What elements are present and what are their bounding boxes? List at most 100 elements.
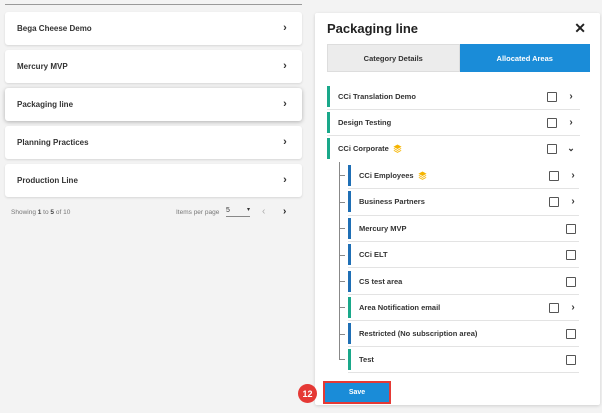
caret-down-icon: ▾ <box>246 207 250 213</box>
panel-title: Packaging line <box>327 21 419 36</box>
chevron-right-icon[interactable]: › <box>567 196 579 207</box>
list-item-label: Bega Cheese Demo <box>17 24 92 33</box>
area-row-label: Test <box>359 355 374 364</box>
close-icon[interactable]: ✕ <box>574 20 586 37</box>
chevron-right-icon: › <box>283 22 287 34</box>
chevron-right-icon[interactable]: › <box>567 170 579 181</box>
list-item-mercury-mvp[interactable]: Mercury MVP › <box>5 50 302 83</box>
area-row-text: CCi Corporate <box>338 144 389 153</box>
pagination: Showing 1 to 5 of 10 Items per page 5 ▾ … <box>11 205 301 221</box>
area-row-label: Design Testing <box>338 118 392 127</box>
area-checkbox[interactable] <box>566 354 576 365</box>
area-row-cci-employees[interactable]: CCi Employees › <box>348 164 579 187</box>
chevron-down-icon[interactable]: ⌄ <box>565 143 577 154</box>
area-checkbox[interactable] <box>547 117 557 128</box>
area-checkbox[interactable] <box>547 143 557 154</box>
next-page-icon[interactable]: › <box>283 206 286 217</box>
tree-connector-tick <box>339 359 345 360</box>
row-indicator-bar <box>348 191 351 212</box>
area-checkbox[interactable] <box>549 302 559 313</box>
area-row-label: Mercury MVP <box>359 224 407 233</box>
row-divider <box>327 109 580 110</box>
list-item-label: Packaging line <box>17 100 74 109</box>
row-divider <box>348 372 579 373</box>
row-indicator-bar <box>348 218 351 239</box>
area-row-cci-translation-demo[interactable]: CCi Translation Demo › <box>327 85 577 108</box>
chevron-right-icon[interactable]: › <box>567 302 579 313</box>
step-number-badge: 12 <box>298 384 317 403</box>
area-checkbox[interactable] <box>549 196 559 207</box>
row-indicator-bar <box>348 297 351 318</box>
row-indicator-bar <box>348 349 351 370</box>
chevron-right-icon: › <box>283 60 287 72</box>
row-indicator-bar <box>327 86 330 107</box>
row-divider <box>348 241 579 242</box>
area-row-label: Restricted (No subscription area) <box>359 329 478 338</box>
tree-connector-tick <box>339 281 345 282</box>
list-item-production-line[interactable]: Production Line › <box>5 164 302 197</box>
area-row-label: CCi Employees <box>359 171 549 180</box>
area-checkbox[interactable] <box>547 91 557 102</box>
row-divider <box>348 346 579 347</box>
area-checkbox[interactable] <box>566 223 576 234</box>
tab-category-details[interactable]: Category Details <box>327 44 460 72</box>
area-row-text: CCi Employees <box>359 171 414 180</box>
row-indicator-bar <box>348 323 351 344</box>
area-checkbox[interactable] <box>566 328 576 339</box>
area-row-label: CCi Translation Demo <box>338 92 416 101</box>
list-item-label: Production Line <box>17 176 78 185</box>
area-row-mercury-mvp[interactable]: Mercury MVP <box>348 217 576 240</box>
area-row-test[interactable]: Test <box>348 348 576 371</box>
area-row-label: Area Notification email <box>359 303 441 312</box>
row-indicator-bar <box>327 112 330 133</box>
pagination-summary: Showing 1 to 5 of 10 <box>11 209 70 216</box>
list-item-packaging-line[interactable]: Packaging line › <box>5 88 302 121</box>
area-row-restricted[interactable]: Restricted (No subscription area) <box>348 322 576 345</box>
showing-prefix: Showing <box>11 209 38 216</box>
items-per-page-select[interactable]: 5 ▾ <box>226 206 250 217</box>
panel-tabs: Category Details Allocated Areas <box>327 44 590 72</box>
row-indicator-bar <box>327 138 330 159</box>
top-divider <box>5 4 302 5</box>
row-divider <box>348 188 579 189</box>
tree-connector-tick <box>339 334 345 335</box>
list-item-label: Mercury MVP <box>17 62 68 71</box>
area-row-design-testing[interactable]: Design Testing › <box>327 111 577 134</box>
tree-connector-tick <box>339 202 345 203</box>
chevron-right-icon[interactable]: › <box>565 117 577 128</box>
chevron-right-icon[interactable]: › <box>565 91 577 102</box>
tree-connector-line <box>339 162 340 359</box>
app-root: Bega Cheese Demo › Mercury MVP › Packagi… <box>0 0 602 413</box>
area-row-business-partners[interactable]: Business Partners › <box>348 190 579 213</box>
tab-allocated-areas[interactable]: Allocated Areas <box>459 44 590 72</box>
tree-connector-tick <box>339 175 345 176</box>
range-total: of 10 <box>54 209 71 216</box>
tree-connector-tick <box>339 255 345 256</box>
area-checkbox[interactable] <box>549 170 559 181</box>
row-divider <box>348 267 579 268</box>
area-row-label: CS test area <box>359 277 403 286</box>
area-checkbox[interactable] <box>566 276 576 287</box>
items-per-page-label: Items per page <box>176 209 220 216</box>
area-row-cs-test-area[interactable]: CS test area <box>348 270 576 293</box>
list-item-planning-practices[interactable]: Planning Practices › <box>5 126 302 159</box>
row-divider <box>348 320 579 321</box>
previous-page-icon[interactable]: ‹ <box>262 206 265 217</box>
tree-connector-tick <box>339 228 345 229</box>
area-row-label: CCi ELT <box>359 250 388 259</box>
chevron-right-icon: › <box>283 98 287 110</box>
chevron-right-icon: › <box>283 136 287 148</box>
tree-connector-tick <box>339 307 345 308</box>
area-row-area-notification-email[interactable]: Area Notification email › <box>348 296 579 319</box>
layers-icon <box>393 144 402 153</box>
area-checkbox[interactable] <box>566 249 576 260</box>
row-divider <box>348 294 579 295</box>
area-row-label: Business Partners <box>359 197 425 206</box>
area-row-cci-elt[interactable]: CCi ELT <box>348 243 576 266</box>
row-divider <box>327 135 580 136</box>
list-item-bega-cheese-demo[interactable]: Bega Cheese Demo › <box>5 12 302 45</box>
save-button[interactable]: Save <box>323 381 391 404</box>
area-row-cci-corporate[interactable]: CCi Corporate ⌄ <box>327 137 577 160</box>
row-indicator-bar <box>348 165 351 186</box>
row-divider <box>348 215 579 216</box>
